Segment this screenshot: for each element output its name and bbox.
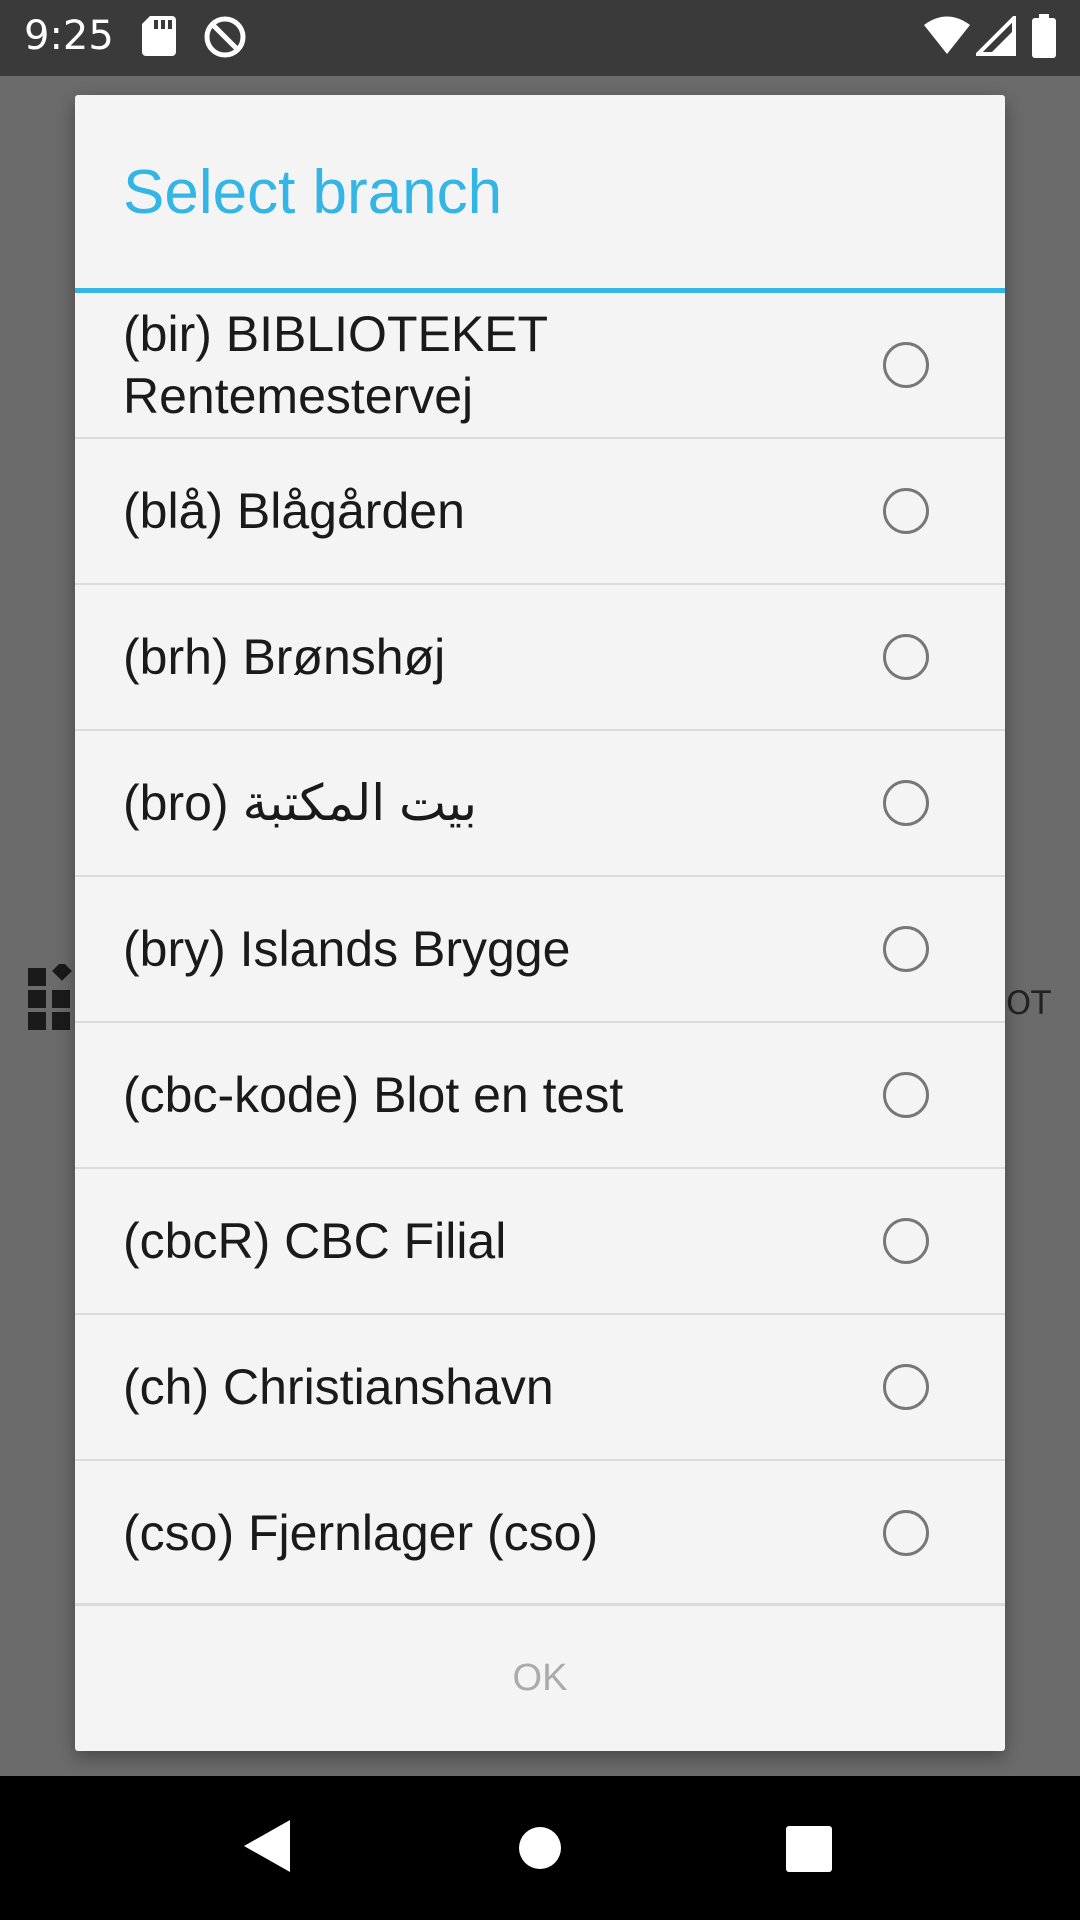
branch-option[interactable]: (cbc-kode) Blot en test [75,1023,1005,1169]
back-icon[interactable] [244,1820,290,1876]
branch-option[interactable]: (cbcR) CBC Filial [75,1169,1005,1315]
branch-option[interactable]: (bry) Islands Brygge [75,877,1005,1023]
radio-button[interactable] [883,780,929,826]
home-icon[interactable] [518,1826,562,1874]
radio-button[interactable] [883,1364,929,1410]
branch-option-label: (cso) Fjernlager (cso) [123,1505,599,1561]
status-bar: 9:25 [0,0,1080,76]
branch-option-label: (ch) Christianshavn [123,1359,554,1415]
radio-button[interactable] [883,1510,929,1556]
branch-option-label: (cbc-kode) Blot en test [123,1067,624,1123]
recents-icon[interactable] [786,1826,832,1876]
battery-icon [1032,14,1056,62]
sync-disabled-icon [202,14,248,64]
select-branch-dialog: Select branch (bir) BIBLIOTEKET Rentemes… [75,95,1005,1751]
cell-signal-icon [973,13,1016,60]
navigation-bar [0,1776,1080,1920]
status-time: 9:25 [24,13,114,59]
branch-option-label: (bro) بيت المكتبة [123,775,478,831]
radio-button[interactable] [883,488,929,534]
wifi-icon [924,16,970,60]
branch-option-label: (cbcR) CBC Filial [123,1213,507,1269]
branch-option-label: (bry) Islands Brygge [123,921,571,977]
branch-option[interactable]: (cso) Fjernlager (cso) [75,1461,1005,1603]
grid-icon [28,961,74,1036]
radio-button[interactable] [883,634,929,680]
radio-button[interactable] [883,1218,929,1264]
ok-button[interactable]: OK [75,1606,1005,1751]
radio-button[interactable] [883,342,929,388]
branch-option[interactable]: (blå) Blågården [75,439,1005,585]
branch-option[interactable]: (bro) بيت المكتبة [75,731,1005,877]
dialog-title: Select branch [123,158,503,227]
sd-card-icon [142,16,176,60]
branch-list[interactable]: (bir) BIBLIOTEKET Rentemestervej (blå) B… [75,293,1005,1603]
branch-option-label: (brh) Brønshøj [123,629,446,685]
branch-option[interactable]: (ch) Christianshavn [75,1315,1005,1461]
branch-option-label: (bir) BIBLIOTEKET Rentemestervej [123,306,548,424]
branch-option[interactable]: (brh) Brønshøj [75,585,1005,731]
radio-button[interactable] [883,926,929,972]
background-label: OT [1006,984,1051,1022]
branch-option-label: (blå) Blågården [123,483,465,539]
radio-button[interactable] [883,1072,929,1118]
branch-option[interactable]: (bir) BIBLIOTEKET Rentemestervej [75,293,1005,439]
